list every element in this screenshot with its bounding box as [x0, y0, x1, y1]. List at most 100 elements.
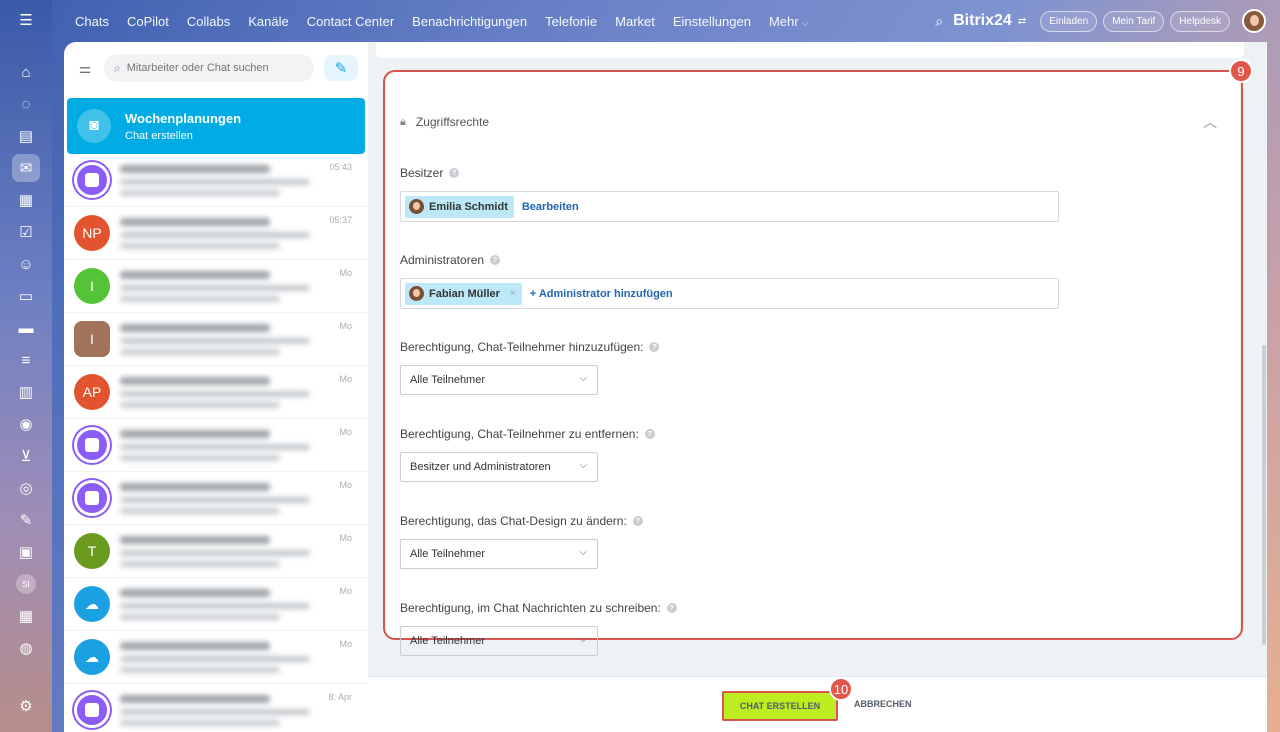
tasks-list-icon[interactable]: ▤ [14, 124, 38, 148]
add-admin-link[interactable]: + Administrator hinzufügen [530, 288, 673, 300]
chat-icon[interactable]: ✉ [12, 154, 40, 182]
blurred-preview [120, 323, 368, 355]
list-item[interactable]: 05:43 [64, 154, 368, 207]
list-item[interactable]: AP Mo [64, 366, 368, 419]
support-icon[interactable]: ◍ [14, 636, 38, 660]
nav-channels[interactable]: Kanäle [248, 14, 288, 29]
schedule-icon[interactable]: ▦ [14, 604, 38, 628]
search-box[interactable]: ⌕ [104, 54, 314, 82]
funnel-icon[interactable]: ≡ [14, 348, 38, 372]
blurred-preview [120, 482, 368, 514]
chat-time: Mo [339, 427, 352, 437]
help-icon[interactable]: ? [449, 168, 460, 178]
nav-notifications[interactable]: Benachrichtigungen [412, 14, 527, 29]
analytics-icon[interactable]: ▥ [14, 380, 38, 404]
collapse-chevron-icon[interactable]: ︿ [1203, 112, 1217, 132]
remove-members-select[interactable]: Besitzer und Administratoren ⌵ [400, 452, 598, 482]
chevron-down-icon: ⌵ [579, 373, 587, 384]
search-row: ⚌ ⌕ ✎ [64, 42, 368, 94]
avatar: AP [74, 374, 110, 410]
chevron-down-icon: ⌵ [579, 634, 587, 645]
owner-label: Besitzer? [400, 166, 460, 180]
list-item[interactable]: Mo [64, 472, 368, 525]
help-icon[interactable]: ? [649, 342, 660, 352]
nav-chats[interactable]: Chats [75, 14, 109, 29]
new-chat-button[interactable]: ✎ [324, 55, 358, 81]
remove-members-label: Berechtigung, Chat-Teilnehmer zu entfern… [400, 427, 655, 441]
admin-tag[interactable]: Fabian Müller × [405, 282, 522, 305]
nav-collabs[interactable]: Collabs [187, 14, 230, 29]
list-item[interactable]: ☁ Mo [64, 578, 368, 631]
list-item[interactable]: I Mo [64, 260, 368, 313]
list-item[interactable]: ☁ Mo [64, 631, 368, 684]
list-item[interactable]: 8. Apr [64, 684, 368, 732]
feed-icon[interactable]: ◌ [14, 92, 38, 116]
active-chat-item[interactable]: ◙ Wochenplanungen Chat erstellen [67, 98, 365, 154]
owner-field[interactable]: Emilia Schmidt Bearbeiten [400, 191, 1059, 222]
user-avatar[interactable] [1242, 9, 1266, 33]
calendar-icon[interactable]: ▦ [14, 188, 38, 212]
documents-icon[interactable]: ▭ [14, 284, 38, 308]
create-chat-button[interactable]: CHAT ERSTELLEN [722, 691, 838, 721]
cancel-button[interactable]: ABBRECHEN [854, 699, 912, 709]
chat-time: 8. Apr [328, 692, 352, 702]
chat-time: 05:37 [329, 215, 352, 225]
search-icon[interactable]: ⌕ [935, 13, 943, 30]
contacts-icon[interactable]: ☺ [14, 252, 38, 276]
list-item[interactable]: T Mo [64, 525, 368, 578]
remove-admin-icon[interactable]: × [510, 288, 516, 299]
sign-icon[interactable]: ✎ [14, 508, 38, 532]
chat-list-panel: ⚌ ⌕ ✎ ◙ Wochenplanungen Chat erstellen 0… [64, 42, 368, 732]
nav-more[interactable]: Mehr ⌵ [769, 14, 808, 29]
search-input[interactable] [126, 62, 297, 74]
tariff-button[interactable]: Mein Tarif [1103, 10, 1165, 32]
chat-time: Mo [339, 268, 352, 278]
nav-market[interactable]: Market [615, 14, 655, 29]
help-icon[interactable]: ? [632, 516, 643, 526]
owner-tag[interactable]: Emilia Schmidt [405, 195, 514, 218]
admins-field[interactable]: Fabian Müller × + Administrator hinzufüge… [400, 278, 1059, 309]
avatar [409, 286, 424, 301]
list-item[interactable]: Mo [64, 419, 368, 472]
list-item[interactable]: I Mo [64, 313, 368, 366]
target-icon[interactable]: ◎ [14, 476, 38, 500]
list-item[interactable]: NP 05:37 [64, 207, 368, 260]
home-icon[interactable]: ⌂ [14, 60, 38, 84]
brand-settings-icon[interactable]: ⇄ [1018, 16, 1026, 27]
owner-edit-link[interactable]: Bearbeiten [522, 201, 579, 213]
nav-telephony[interactable]: Telefonie [545, 14, 597, 29]
add-members-select[interactable]: Alle Teilnehmer ⌵ [400, 365, 598, 395]
checkbox-icon[interactable]: ☑ [14, 220, 38, 244]
filter-icon[interactable]: ⚌ [74, 60, 96, 77]
invite-button[interactable]: Einladen [1040, 10, 1098, 32]
avatar: NP [74, 215, 110, 251]
main-content: 🔒︎ Zugriffsrechte ︿ Besitzer? Emilia Sch… [368, 42, 1267, 676]
drive-icon[interactable]: ▬ [14, 316, 38, 340]
left-rail: ☰ ⌂ ◌ ▤ ✉ ▦ ☑ ☺ ▭ ▬ ≡ ▥ ◉ ⊻ ◎ ✎ ▣ SI ▦ ◍… [0, 0, 52, 732]
chat-time: Mo [339, 586, 352, 596]
nav-contact-center[interactable]: Contact Center [307, 14, 394, 29]
robot-icon[interactable]: ◉ [14, 412, 38, 436]
user-initials[interactable]: SI [14, 572, 38, 596]
write-select[interactable]: Alle Teilnehmer ⌵ [400, 626, 598, 656]
avatar: I [74, 268, 110, 304]
help-icon[interactable]: ? [644, 429, 655, 439]
design-select[interactable]: Alle Teilnehmer ⌵ [400, 539, 598, 569]
news-icon[interactable]: ▣ [14, 540, 38, 564]
avatar [74, 162, 110, 198]
help-icon[interactable]: ? [666, 603, 677, 613]
previous-card [376, 42, 1244, 58]
settings-icon[interactable]: ⚙ [14, 694, 38, 718]
help-icon[interactable]: ? [490, 255, 501, 265]
scrollbar[interactable] [1262, 345, 1266, 645]
chat-time: Mo [339, 374, 352, 384]
menu-icon[interactable]: ☰ [14, 8, 38, 32]
helpdesk-button[interactable]: Helpdesk [1170, 10, 1230, 32]
permissions-title: 🔒︎ Zugriffsrechte [400, 115, 490, 129]
nav-settings[interactable]: Einstellungen [673, 14, 751, 29]
avatar: T [74, 533, 110, 569]
top-right: ⌕ Bitrix24 ⇄ Einladen Mein Tarif Helpdes… [935, 0, 1280, 42]
design-label: Berechtigung, das Chat-Design zu ändern:… [400, 514, 643, 528]
nav-copilot[interactable]: CoPilot [127, 14, 169, 29]
cart-icon[interactable]: ⊻ [14, 444, 38, 468]
